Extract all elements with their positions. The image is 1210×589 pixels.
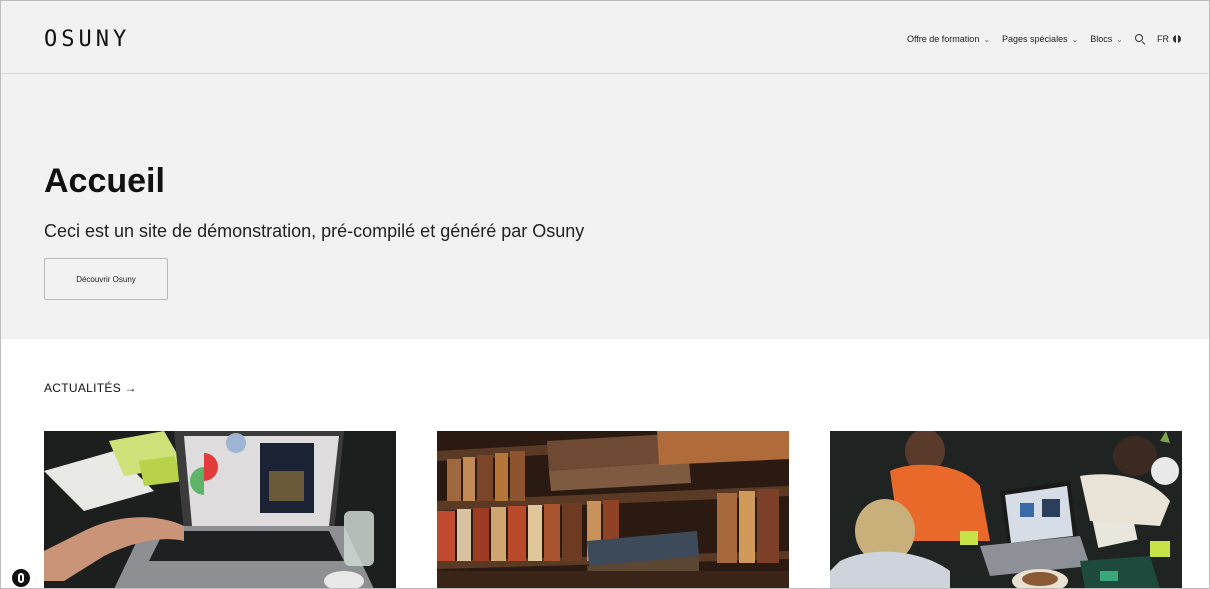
chevron-down-icon: ⌄ [983,34,991,44]
news-card-image-laptop[interactable] [44,431,396,588]
browser-viewport: OSUNY Offre de formation ⌄ Pages spécial… [0,0,1210,589]
nav-item-label: Offre de formation [906,34,980,44]
nav-item-label: Blocs [1090,34,1113,44]
nav-item-label: Pages spéciales [1002,34,1068,44]
main-nav: Offre de formation ⌄ Pages spéciales ⌄ B… [907,34,1181,44]
globe-icon [1173,35,1181,43]
news-card-image-library[interactable] [437,431,789,588]
site-logo[interactable]: OSUNY [44,27,130,52]
hero-section: Accueil Ceci est un site de démonstratio… [1,74,1209,339]
chevron-down-icon: ⌄ [1116,34,1123,44]
library-books-photo [437,431,789,588]
discover-osuny-button[interactable]: Découvrir Osuny [44,258,168,300]
nav-item-pages-speciales[interactable]: Pages spéciales ⌄ [1002,34,1078,44]
team-meeting-photo [830,431,1182,588]
page-title: Accueil [44,162,165,200]
nav-item-offre-de-formation[interactable]: Offre de formation ⌄ [907,34,990,44]
chevron-down-icon: ⌄ [1071,34,1079,44]
accessibility-icon[interactable] [12,569,30,587]
laptop-workspace-photo [44,431,396,588]
page-subtitle: Ceci est un site de démonstration, pré-c… [44,221,585,241]
news-heading-link[interactable]: ACTUALITÉS → [44,381,137,395]
search-icon[interactable] [1135,34,1145,44]
language-switcher[interactable]: FR [1157,34,1181,44]
language-label: FR [1157,34,1169,44]
site-header: OSUNY Offre de formation ⌄ Pages spécial… [1,1,1209,74]
news-card-image-team[interactable] [830,431,1182,588]
nav-item-blocs[interactable]: Blocs ⌄ [1090,34,1123,44]
